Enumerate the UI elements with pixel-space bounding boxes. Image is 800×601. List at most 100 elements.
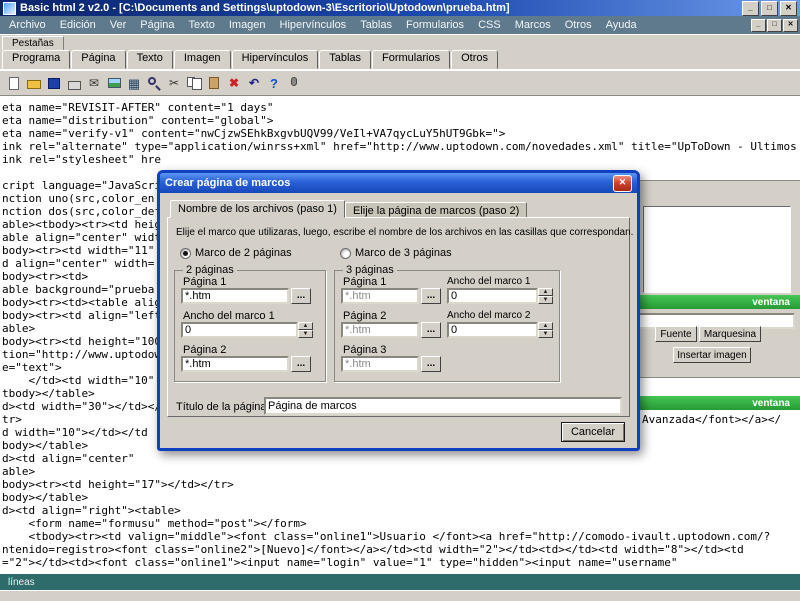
microphone-icon[interactable] — [285, 73, 303, 93]
menu-item[interactable]: Hipervínculos — [273, 19, 354, 31]
child-close-button[interactable]: ✕ — [783, 18, 798, 32]
spin-down-icon[interactable]: ▼ — [298, 330, 313, 338]
child-minimize-button[interactable]: _ — [751, 18, 766, 32]
page2-input[interactable] — [341, 322, 419, 338]
title-bar[interactable]: Basic html 2 v2.0 - [C:\Documents and Se… — [0, 0, 800, 16]
menu-item[interactable]: Otros — [558, 19, 599, 31]
frame-width1-label: Ancho del marco 1 — [183, 310, 275, 322]
page-title-input[interactable] — [264, 397, 622, 415]
category-tab[interactable]: Página — [71, 50, 126, 69]
button-glyph: □ — [772, 20, 777, 28]
toolbar-icon-glyph: ✖ — [228, 76, 240, 90]
code-line: eta name="verify-v1" content="nwCjzwSEhk… — [2, 127, 506, 140]
menu-item[interactable]: Ver — [103, 19, 134, 31]
dialog-close-icon[interactable]: ✕ — [613, 174, 632, 192]
window-title: Basic html 2 v2.0 - [C:\Documents and Se… — [20, 2, 510, 14]
copy-icon[interactable] — [185, 73, 203, 93]
frame-width1-input[interactable] — [447, 288, 538, 304]
page2-input[interactable] — [181, 356, 289, 372]
browse-button[interactable]: ... — [291, 356, 311, 372]
browse-button[interactable]: ... — [421, 288, 441, 304]
paste-icon[interactable] — [205, 73, 223, 93]
menu-item[interactable]: Edición — [53, 19, 103, 31]
undo-icon[interactable]: ↶ — [245, 73, 263, 93]
menu-item[interactable]: Marcos — [508, 19, 558, 31]
child-window-controls: _ □ ✕ — [751, 18, 798, 32]
dialog-tab-step1[interactable]: Nombre de los archivos (paso 1) — [170, 200, 345, 218]
status-text: líneas — [8, 576, 35, 588]
spin-up-icon[interactable]: ▲ — [298, 322, 313, 330]
browse-button[interactable]: ... — [421, 322, 441, 338]
browse-button[interactable]: ... — [291, 288, 311, 304]
table-icon[interactable]: ▦ — [125, 73, 143, 93]
radio-unchecked-icon — [340, 247, 351, 259]
menu-item[interactable]: Página — [133, 19, 181, 31]
cut-icon[interactable]: ✂ — [165, 73, 183, 93]
insert-image-button[interactable]: Insertar imagen — [673, 347, 751, 363]
new-file-icon[interactable] — [5, 73, 23, 93]
print-icon[interactable] — [65, 73, 83, 93]
code-line: eta name="REVISIT-AFTER" content="1 days… — [2, 101, 274, 114]
open-folder-icon[interactable] — [25, 73, 43, 93]
code-line-fragment: Avanzada</font></a></ — [642, 413, 782, 426]
save-icon[interactable] — [45, 73, 63, 93]
menu-item[interactable]: Formularios — [399, 19, 471, 31]
page3-input[interactable] — [341, 356, 419, 372]
radio-three-pages[interactable]: Marco de 3 páginas — [340, 247, 452, 259]
status-bar: líneas — [0, 574, 800, 590]
category-tab[interactable]: Programa — [2, 50, 71, 69]
dialog-tab-step2[interactable]: Elije la página de marcos (paso 2) — [344, 202, 528, 218]
code-line: body><tr><td height="17"></td></tr> — [2, 478, 234, 491]
panel-header-1[interactable]: ventana — [628, 295, 800, 309]
dialog-title-bar[interactable]: Crear página de marcos ✕ — [160, 173, 637, 193]
spin-down-icon[interactable]: ▼ — [538, 296, 553, 304]
panel-header-2[interactable]: ventana — [628, 396, 800, 410]
bottom-strip — [0, 590, 800, 601]
menu-item[interactable]: Ayuda — [599, 19, 644, 31]
category-tab[interactable]: Texto — [126, 50, 173, 69]
menu-item[interactable]: Imagen — [222, 19, 273, 31]
restore-button[interactable]: □ — [761, 0, 778, 16]
category-tab[interactable]: Imagen — [173, 50, 231, 69]
child-restore-button[interactable]: □ — [767, 18, 782, 32]
code-line: d><td align="right"><table> — [2, 504, 181, 517]
page1-input[interactable] — [341, 288, 419, 304]
browse-button[interactable]: ... — [421, 356, 441, 372]
page3-label: Página 3 — [343, 344, 387, 356]
toolbar-icon-glyph: ↶ — [248, 76, 260, 90]
frame-width1-input[interactable] — [181, 322, 298, 338]
cancel-button[interactable]: Cancelar — [561, 422, 625, 442]
email-icon[interactable]: ✉ — [85, 73, 103, 93]
category-tab[interactable]: Otros — [451, 50, 498, 69]
page-title-label: Título de la página — [176, 401, 267, 413]
two-pages-group: 2 páginas Página 1 ... Ancho del marco 1… — [174, 264, 326, 382]
delete-icon[interactable]: ✖ — [225, 73, 243, 93]
category-tab[interactable]: Hipervínculos — [231, 50, 319, 69]
minimize-button[interactable]: _ — [742, 0, 759, 16]
menu-item[interactable]: Texto — [182, 19, 222, 31]
side-list[interactable] — [643, 206, 791, 293]
category-tab[interactable]: Tablas — [319, 50, 371, 69]
radio-two-pages[interactable]: Marco de 2 páginas — [180, 247, 292, 259]
category-tab[interactable]: Formularios — [372, 50, 451, 69]
image-icon[interactable] — [105, 73, 123, 93]
marquee-button[interactable]: Marquesina — [699, 326, 761, 342]
search-icon[interactable] — [145, 73, 163, 93]
spin-up-icon[interactable]: ▲ — [538, 288, 553, 296]
page1-input[interactable] — [181, 288, 289, 304]
radio-two-pages-label: Marco de 2 páginas — [195, 247, 292, 259]
frame-width2-input[interactable] — [447, 322, 538, 338]
menu-item[interactable]: Tablas — [353, 19, 399, 31]
close-button[interactable]: ✕ — [780, 0, 797, 16]
menu-item[interactable]: Archivo — [2, 19, 53, 31]
toolbar-icon-glyph: ✂ — [168, 76, 180, 90]
code-line: ntenido=registro><font class="online2">[… — [2, 543, 744, 556]
font-button[interactable]: Fuente — [655, 326, 697, 342]
help-icon[interactable]: ? — [265, 73, 283, 93]
panel-header-2-label: ventana — [752, 397, 790, 409]
frame-width1-field: ▲ ▼ — [447, 288, 553, 304]
spin-up-icon[interactable]: ▲ — [538, 322, 553, 330]
spin-down-icon[interactable]: ▼ — [538, 330, 553, 338]
page1-label: Página 1 — [343, 276, 387, 288]
menu-item[interactable]: CSS — [471, 19, 508, 31]
